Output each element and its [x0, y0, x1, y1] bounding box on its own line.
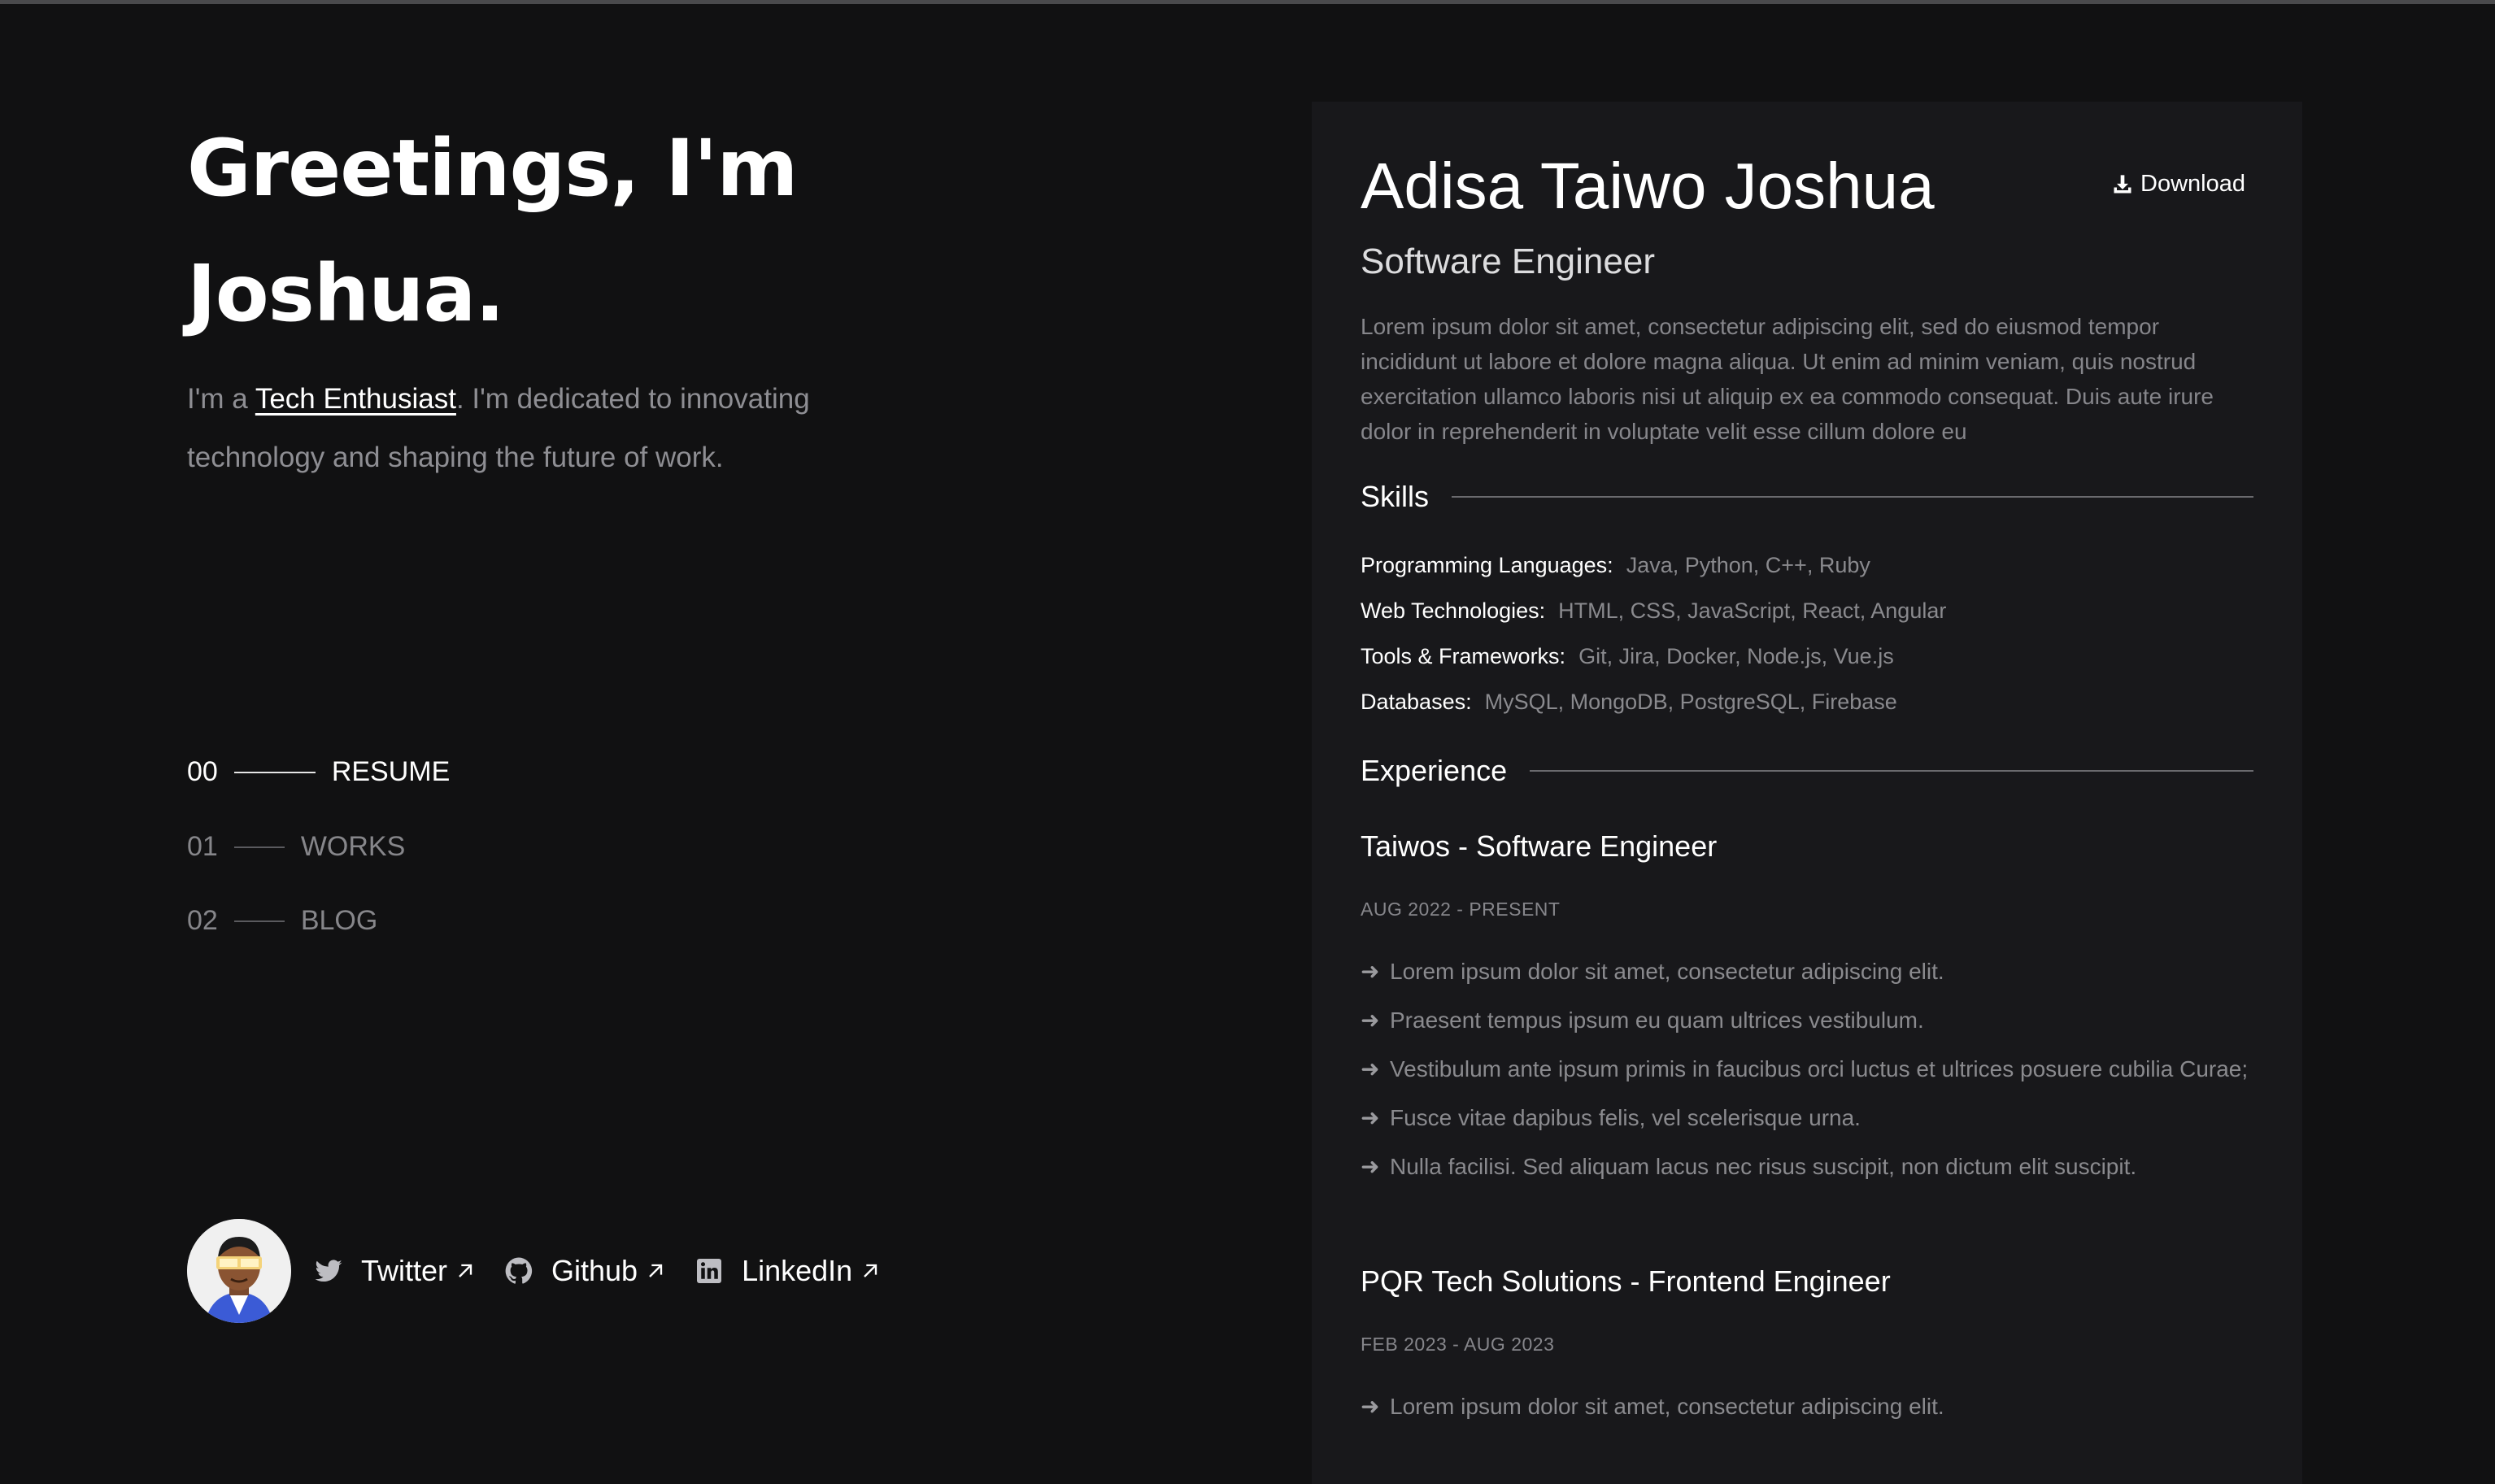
job-title: Taiwos - Software Engineer	[1361, 829, 1718, 863]
arrow-right-icon: ➜	[1361, 1394, 1380, 1419]
job-title: PQR Tech Solutions - Frontend Engineer	[1361, 1264, 1891, 1298]
download-icon	[2114, 174, 2131, 193]
skill-key: Web Technologies:	[1361, 598, 1546, 623]
intro-prefix: I'm a	[187, 383, 255, 415]
skill-row: Tools & Frameworks: Git, Jira, Docker, No…	[1361, 644, 1894, 669]
external-arrow-icon	[459, 1264, 472, 1277]
left-column: Greetings, I'm Joshua. I'm a Tech Enthus…	[187, 0, 1244, 1423]
nav-label: RESUME	[331, 756, 451, 787]
nav-label: BLOG	[300, 905, 378, 936]
arrow-right-icon: ➜	[1361, 1007, 1380, 1033]
skill-value: HTML, CSS, JavaScript, React, Angular	[1558, 598, 1947, 623]
skill-value: Git, Jira, Docker, Node.js, Vue.js	[1578, 644, 1894, 668]
nav-item-blog[interactable]: 02 BLOG	[187, 905, 377, 937]
nav-number: 01	[187, 831, 218, 862]
bullet-text: Vestibulum ante ipsum primis in faucibus…	[1390, 1056, 2249, 1081]
list-item: ➜ Fusce vitae dapibus felis, vel sceleris…	[1361, 1095, 2253, 1142]
job-bullets: ➜ Lorem ipsum dolor sit amet, consectetur…	[1361, 948, 2253, 1192]
social-bar: Twitter Github LinkedIn	[187, 1218, 909, 1324]
resume-name: Adisa Taiwo Joshua	[1361, 150, 1935, 222]
skill-row: Databases: MySQL, MongoDB, PostgreSQL, Fi…	[1361, 690, 1897, 715]
skill-row: Programming Languages: Java, Python, C++,…	[1361, 553, 1870, 578]
bullet-text: Lorem ipsum dolor sit amet, consectetur …	[1390, 1394, 1944, 1419]
arrow-right-icon: ➜	[1361, 1056, 1380, 1081]
bullet-text: Lorem ipsum dolor sit amet, consectetur …	[1390, 959, 1944, 984]
hero-title: Greetings, I'm Joshua.	[187, 106, 1000, 356]
arrow-right-icon: ➜	[1361, 1154, 1380, 1179]
bullet-text: Nulla facilisi. Sed aliquam lacus nec ri…	[1390, 1154, 2137, 1179]
list-item: ➜ Nulla facilisi. Sed aliquam lacus nec r…	[1361, 1143, 2253, 1190]
nav-number: 02	[187, 905, 218, 936]
nav-item-works[interactable]: 01 WORKS	[187, 831, 405, 863]
arrow-right-icon: ➜	[1361, 1105, 1380, 1130]
skills-heading: Skills	[1361, 480, 2253, 514]
nav-label: WORKS	[300, 831, 406, 862]
external-arrow-icon	[649, 1264, 663, 1277]
list-item: ➜ Praesent tempus ipsum eu quam ultrices …	[1361, 997, 2253, 1044]
avatar	[187, 1219, 291, 1323]
nav-item-resume[interactable]: 00 RESUME	[187, 756, 450, 788]
skill-key: Programming Languages:	[1361, 553, 1613, 577]
download-label: Download	[2140, 171, 2245, 197]
job-bullets: ➜ Lorem ipsum dolor sit amet, consectetur…	[1361, 1383, 2253, 1432]
linkedin-label: LinkedIn	[742, 1254, 853, 1287]
skills-heading-label: Skills	[1361, 480, 1430, 513]
divider	[1452, 496, 2253, 498]
nav-line	[233, 920, 285, 922]
linkedin-link[interactable]: LinkedIn	[695, 1254, 882, 1288]
bullet-text: Praesent tempus ipsum eu quam ultrices v…	[1390, 1007, 1924, 1033]
experience-heading-label: Experience	[1361, 754, 1508, 787]
github-icon	[505, 1257, 533, 1284]
nav-line	[233, 771, 316, 773]
tech-enthusiast-link[interactable]: Tech Enthusiast	[255, 383, 456, 415]
resume-summary: Lorem ipsum dolor sit amet, consectetur …	[1361, 314, 2214, 444]
skill-row: Web Technologies: HTML, CSS, JavaScript, …	[1361, 598, 1946, 624]
experience-heading: Experience	[1361, 754, 2253, 788]
job-dates: FEB 2023 - AUG 2023	[1361, 1334, 1555, 1355]
arrow-right-icon: ➜	[1361, 959, 1380, 984]
skill-key: Tools & Frameworks:	[1361, 644, 1566, 668]
external-arrow-icon	[864, 1264, 877, 1277]
resume-role: Software Engineer	[1361, 242, 1655, 281]
divider	[1530, 770, 2253, 772]
intro-text: I'm a Tech Enthusiast. I'm dedicated to …	[187, 370, 919, 487]
nav-line	[233, 846, 285, 848]
hero-title-line-1: Greetings, I'm	[187, 123, 798, 214]
skill-key: Databases:	[1361, 690, 1472, 714]
twitter-icon	[315, 1260, 342, 1282]
job-dates: AUG 2022 - PRESENT	[1361, 899, 1561, 920]
linkedin-icon	[697, 1259, 722, 1283]
list-item: ➜ Lorem ipsum dolor sit amet, consectetur…	[1361, 1383, 2253, 1430]
hero-title-line-2: Joshua.	[187, 248, 505, 339]
skill-value: MySQL, MongoDB, PostgreSQL, Firebase	[1484, 690, 1897, 714]
github-label: Github	[551, 1254, 638, 1287]
twitter-link[interactable]: Twitter	[314, 1254, 477, 1288]
nav-number: 00	[187, 756, 218, 787]
skill-value: Java, Python, C++, Ruby	[1626, 553, 1870, 577]
list-item: ➜ Lorem ipsum dolor sit amet, consectetur…	[1361, 948, 2253, 995]
list-item: ➜ Vestibulum ante ipsum primis in faucibu…	[1361, 1046, 2253, 1093]
github-link[interactable]: Github	[504, 1254, 667, 1288]
download-button[interactable]: Download	[2111, 171, 2245, 198]
twitter-label: Twitter	[361, 1254, 448, 1287]
bullet-text: Fusce vitae dapibus felis, vel scelerisq…	[1390, 1105, 1861, 1130]
resume-card: Adisa Taiwo Joshua Download Software Eng…	[1312, 102, 2302, 1484]
